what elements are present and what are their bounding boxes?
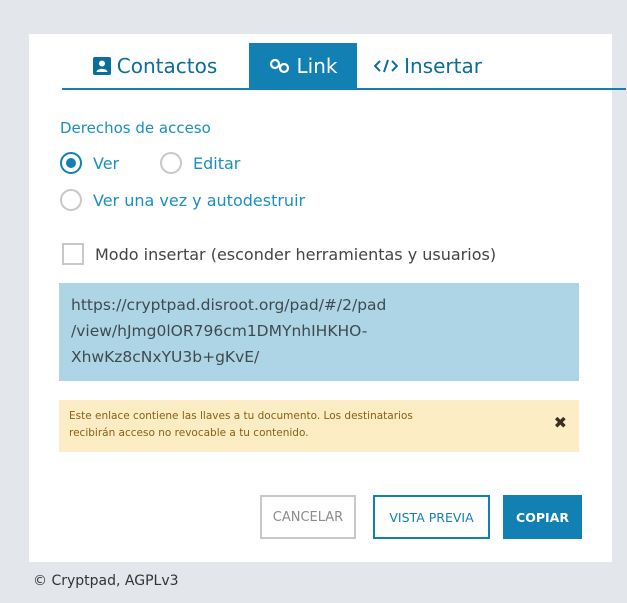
radio-edit[interactable]: Editar: [160, 152, 240, 174]
radio-view-once-indicator[interactable]: [60, 189, 82, 211]
warning-text-line-2: recibirán acceso no revocable a tu conte…: [69, 427, 309, 439]
tab-link[interactable]: Link: [249, 43, 357, 88]
share-link-line-2: /view/hJmg0lOR796cm1DMYnhIHKHO-: [71, 322, 368, 340]
access-rights-title: Derechos de acceso: [60, 119, 211, 137]
tab-embed-label: Insertar: [404, 53, 482, 78]
radio-view[interactable]: Ver: [60, 152, 119, 174]
close-icon[interactable]: ✖: [554, 414, 567, 431]
share-link-field[interactable]: https://cryptpad.disroot.org/pad/#/2/pad…: [59, 283, 579, 381]
link-icon: [269, 57, 291, 75]
radio-view-indicator[interactable]: [60, 152, 82, 174]
warning-alert: Este enlace contiene las llaves a tu doc…: [59, 400, 579, 452]
tab-bar: Contactos Link Insertar: [62, 43, 626, 90]
tab-contacts-label: Contactos: [116, 53, 218, 78]
radio-view-label: Ver: [93, 153, 120, 173]
radio-view-once-label: Ver una vez y autodestruir: [93, 190, 306, 210]
share-link-line-3: XhwKz8cNxYU3b+gKvE/: [71, 348, 260, 366]
tab-link-label: Link: [296, 53, 338, 78]
tab-contacts[interactable]: Contactos: [62, 43, 248, 88]
radio-edit-label: Editar: [193, 153, 241, 173]
share-link-line-1: https://cryptpad.disroot.org/pad/#/2/pad: [71, 296, 387, 314]
radio-edit-indicator[interactable]: [160, 152, 182, 174]
embed-mode-checkbox[interactable]: [62, 243, 84, 265]
cancel-button[interactable]: CANCELAR: [260, 495, 356, 539]
contact-card-icon: [92, 56, 111, 75]
tab-embed[interactable]: Insertar: [362, 43, 494, 88]
code-icon: [374, 58, 399, 74]
warning-text-line-1: Este enlace contiene las llaves a tu doc…: [69, 410, 413, 422]
copy-button[interactable]: COPIAR: [503, 495, 582, 539]
radio-view-once[interactable]: Ver una vez y autodestruir: [60, 189, 305, 211]
copyright-caption: © Cryptpad, AGPLv3: [33, 573, 179, 589]
embed-mode-option[interactable]: Modo insertar (esconder herramientas y u…: [62, 243, 496, 265]
embed-mode-label: Modo insertar (esconder herramientas y u…: [95, 244, 497, 264]
preview-button[interactable]: VISTA PREVIA: [373, 495, 490, 539]
